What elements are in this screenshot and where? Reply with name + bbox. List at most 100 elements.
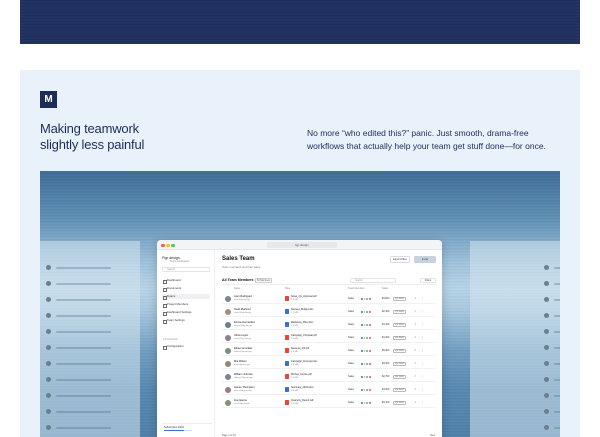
table-row[interactable]: Ava Garcia ava@figr.design Quarterly_Repor… xyxy=(222,397,436,408)
sales-amount: $3,100 xyxy=(382,401,390,404)
row-actions-icon[interactable]: ↗ ⋮ xyxy=(414,401,426,404)
sales-amount: $5,200 xyxy=(382,349,390,352)
row-actions-icon[interactable]: ↗ ⋮ xyxy=(414,336,426,339)
feature-description: No more “who edited this?” panic. Just s… xyxy=(307,127,567,153)
quarter-badge: Q2 2024 xyxy=(393,335,406,340)
close-dot-icon[interactable] xyxy=(161,243,165,247)
table-row[interactable]: Emma Hernandez emma@figr.design Marketing_… xyxy=(222,319,436,330)
promo-title: Subscription 100% xyxy=(164,426,184,429)
sidebar-item-team-settings[interactable]: Team Settings xyxy=(162,318,210,324)
faded-avatar xyxy=(544,393,549,398)
filter-button[interactable]: Filters xyxy=(420,277,436,283)
faded-avatar xyxy=(544,265,549,270)
sidebar-item-teams[interactable]: Teams xyxy=(162,294,210,300)
member-email: emma@figr.design xyxy=(234,324,253,327)
faded-row-line xyxy=(554,426,560,429)
team-avatars xyxy=(360,348,372,353)
avatar xyxy=(225,399,231,406)
sidebar-item-project-members[interactable]: Project Members xyxy=(162,302,210,308)
faded-avatar xyxy=(46,393,51,398)
file-size: 3.2 MB xyxy=(291,324,298,327)
team-label: Sales xyxy=(348,310,354,313)
faded-row-line xyxy=(56,426,111,429)
faded-avatar xyxy=(46,425,51,430)
table-row[interactable]: William Johnson william@figr.design Pitche… xyxy=(222,371,436,382)
column-sales[interactable]: Sales xyxy=(382,287,388,290)
faded-row-line xyxy=(56,378,111,381)
export-button[interactable]: Export Files xyxy=(390,256,410,263)
brand-logo: M xyxy=(40,91,57,108)
quarter-badge: Q4 2024 xyxy=(393,387,406,392)
team-avatars xyxy=(360,296,372,301)
file-icon xyxy=(285,309,289,314)
description-line-2: workflows that actually help your team g… xyxy=(307,141,546,151)
row-actions-icon[interactable]: ↗ ⋮ xyxy=(414,349,426,352)
row-actions-icon[interactable]: ↗ ⋮ xyxy=(414,388,426,391)
faded-row-line xyxy=(56,298,111,301)
description-line-1: No more “who edited this?” panic. Just s… xyxy=(307,128,529,138)
column-files[interactable]: Files xyxy=(285,287,290,290)
faded-row-line xyxy=(554,266,560,269)
table-search-input[interactable]: Search xyxy=(350,277,396,283)
column-name[interactable]: Name xyxy=(234,287,240,290)
team-avatars xyxy=(360,387,372,392)
nav-section-label: ADVANCED xyxy=(163,338,178,341)
faded-avatar xyxy=(544,409,549,414)
sidebar-search-input[interactable]: Search xyxy=(162,267,210,272)
row-actions-icon[interactable]: ↗ ⋮ xyxy=(414,362,426,365)
row-actions-icon[interactable]: ↗ ⋮ xyxy=(414,310,426,313)
team-avatars xyxy=(360,361,372,366)
file-icon xyxy=(285,387,289,392)
faded-avatar xyxy=(46,281,51,286)
team-label: Sales xyxy=(348,401,354,404)
table-row[interactable]: Olivia Lopez olivia@figr.design Campaign_P… xyxy=(222,332,436,343)
team-label: Sales xyxy=(348,388,354,391)
sidebar-item-documents[interactable]: Documents xyxy=(162,286,210,292)
faded-row-line xyxy=(56,394,111,397)
page-subtitle: Team members and their sales xyxy=(222,265,261,269)
minimize-dot-icon[interactable] xyxy=(166,243,170,247)
sidebar-item-dashboard-settings[interactable]: Dashboard Settings xyxy=(162,310,210,316)
table-row[interactable]: James Thompson james@figr.design Summary_2… xyxy=(222,384,436,395)
maximize-dot-icon[interactable] xyxy=(171,243,175,247)
app-window: figr.design Figr design Team workspace S… xyxy=(157,240,442,437)
row-actions-icon[interactable]: ↗ ⋮ xyxy=(414,323,426,326)
quarter-badge: Q2 2024 xyxy=(393,322,406,327)
address-bar[interactable]: figr.design xyxy=(267,242,337,248)
headline-line-1: Making teamwork xyxy=(40,121,139,136)
table-row[interactable]: Mia Wilson mia@figr.design Campaign_Foreca… xyxy=(222,358,436,369)
quarter-badge: Q3 2024 xyxy=(393,361,406,366)
team-avatars xyxy=(360,322,372,327)
file-size: 1.1 MB xyxy=(291,311,298,314)
sales-amount: $3,300 xyxy=(382,362,390,365)
quarter-badge: Q1 2024 xyxy=(393,296,406,301)
sidebar-item-configuration[interactable]: Configuration xyxy=(162,344,210,350)
member-email: olivia@figr.design xyxy=(234,337,252,340)
table-row[interactable]: Ethan Gonzalez ethan@figr.design Revenue_Q… xyxy=(222,345,436,356)
member-email: william@figr.design xyxy=(234,376,253,379)
member-email: ava@figr.design xyxy=(234,402,250,405)
faded-row-line xyxy=(56,362,111,365)
faded-avatar xyxy=(544,329,549,334)
member-email: mia@figr.design xyxy=(234,363,250,366)
avatar xyxy=(225,321,231,328)
faded-avatar xyxy=(544,313,549,318)
table-row[interactable]: Noah Martinez noah@figr.design Revised_Bud… xyxy=(222,306,436,317)
invite-button[interactable]: Invite xyxy=(414,256,436,263)
file-icon xyxy=(285,322,289,327)
table-row[interactable]: Liam Rodriguez liam@figr.design Notes_Q1_A… xyxy=(222,293,436,304)
row-actions-icon[interactable]: ↗ ⋮ xyxy=(414,297,426,300)
faded-row-line xyxy=(554,394,560,397)
member-email: liam@figr.design xyxy=(234,298,251,301)
faded-avatar xyxy=(46,329,51,334)
main-content: Sales Team Team members and their sales … xyxy=(215,250,442,437)
file-icon xyxy=(285,374,289,379)
column-team-members[interactable]: Team Members xyxy=(348,287,364,290)
sidebar-item-dashboard[interactable]: Dashboard xyxy=(162,278,210,284)
faded-row-line xyxy=(56,330,111,333)
sales-amount: $2,400 xyxy=(382,310,390,313)
member-count-badge: 84 Members xyxy=(255,278,273,283)
faded-row-line xyxy=(554,378,560,381)
row-actions-icon[interactable]: ↗ ⋮ xyxy=(414,375,426,378)
quarter-badge: Q4 2024 xyxy=(393,400,406,405)
